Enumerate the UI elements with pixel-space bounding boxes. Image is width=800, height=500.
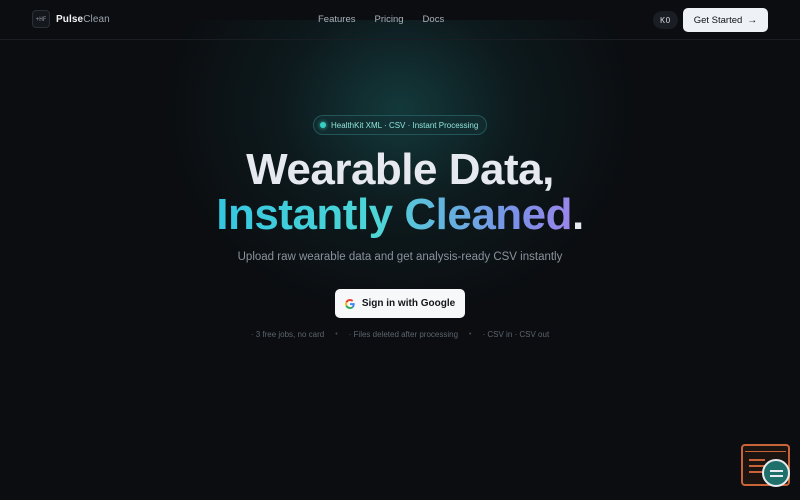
hero-title-gradient: Instantly Cleaned — [216, 190, 573, 239]
footnote-csv: · CSV in · CSV out — [482, 330, 550, 339]
nav-link-features[interactable]: Features — [318, 14, 356, 25]
google-signin-label: Sign in with Google — [361, 298, 456, 309]
google-icon — [344, 298, 355, 309]
hero-title-line1: Wearable Data, — [246, 145, 554, 194]
badge-text: HealthKit XML · CSV · Instant Processing — [331, 120, 479, 130]
chat-widget-icon[interactable] — [741, 444, 790, 487]
get-started-label: Get Started — [693, 14, 743, 26]
footnote-free-jobs: · 3 free jobs, no card — [250, 330, 325, 339]
brand-logo[interactable]: +HF PulseClean — [32, 10, 110, 28]
nav-link-docs[interactable]: Docs — [423, 14, 445, 25]
hero-footnotes: · 3 free jobs, no card • · Files deleted… — [0, 330, 800, 339]
get-started-button[interactable]: Get Started → — [683, 8, 768, 32]
widget-titlebar — [745, 448, 786, 452]
logo-icon: +HF — [32, 10, 50, 28]
language-toggle[interactable]: KO — [653, 11, 678, 29]
hero-subtitle: Upload raw wearable data and get analysi… — [237, 251, 563, 263]
brand-name: PulseClean — [56, 13, 110, 25]
nav-link-pricing[interactable]: Pricing — [375, 14, 404, 25]
feature-badge: HealthKit XML · CSV · Instant Processing — [313, 115, 487, 135]
footnote-separator: • — [335, 331, 338, 338]
footnote-files-deleted: · Files deleted after processing — [348, 330, 459, 339]
top-nav: +HF PulseClean Features Pricing Docs KO … — [0, 0, 800, 40]
widget-chat-bubble — [762, 459, 790, 487]
google-signin-button[interactable]: Sign in with Google — [335, 289, 465, 318]
nav-links: Features Pricing Docs — [318, 14, 444, 25]
hero-title-line2: Instantly Cleaned. — [216, 190, 584, 239]
status-dot-icon — [320, 122, 326, 128]
arrow-right-icon: → — [747, 14, 758, 26]
footnote-separator: • — [469, 331, 472, 338]
